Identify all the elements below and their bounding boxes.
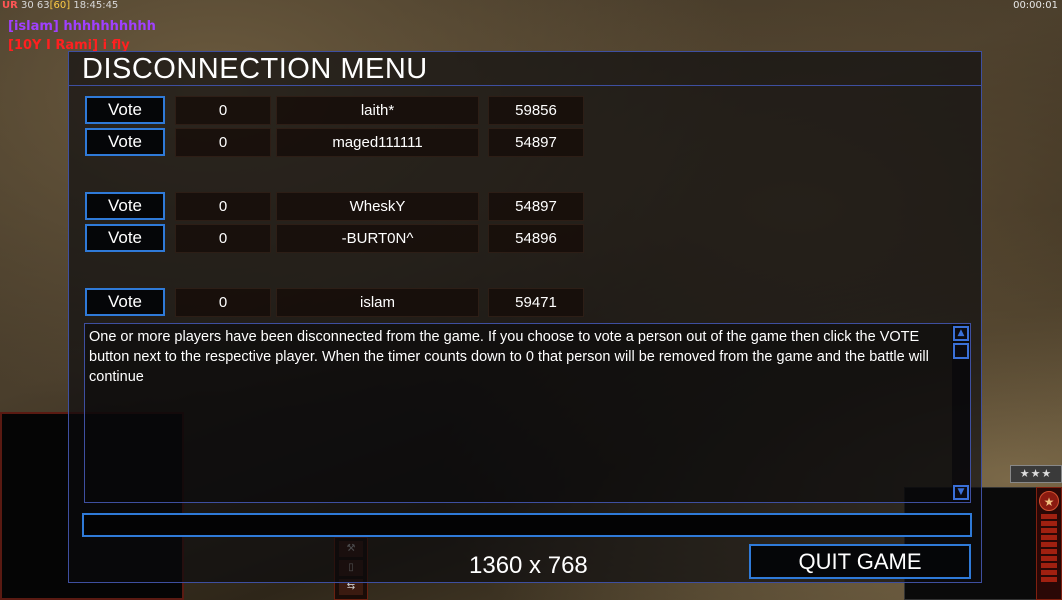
rank-segment — [1041, 535, 1057, 540]
player-timer: 0 — [175, 224, 271, 253]
player-ping: 54897 — [488, 192, 584, 221]
chat-input[interactable] — [82, 513, 972, 537]
rank-stars: ★★★ — [1010, 465, 1062, 483]
scroll-down-icon[interactable]: ▼ — [953, 485, 969, 500]
dialog-title: DISCONNECTION MENU — [69, 52, 981, 86]
player-ping: 54897 — [488, 128, 584, 157]
vote-button[interactable]: Vote — [85, 288, 165, 316]
rank-segment — [1041, 556, 1057, 561]
scroll-up-icon[interactable]: ▲ — [953, 326, 969, 341]
vote-button[interactable]: Vote — [85, 128, 165, 156]
hud-clock: 18:45:45 — [73, 0, 119, 11]
vote-button[interactable]: Vote — [85, 96, 165, 124]
rank-segment — [1041, 521, 1057, 526]
rank-segment — [1041, 577, 1057, 582]
disconnect-message: One or more players have been disconnect… — [89, 329, 929, 385]
hud-ur-label: UR — [2, 0, 18, 11]
rank-segment — [1041, 549, 1057, 554]
player-timer: 0 — [175, 96, 271, 125]
player-ping: 59856 — [488, 96, 584, 125]
hud-stats: UR 30 63[60] 18:45:45 — [2, 0, 118, 11]
player-timer: 0 — [175, 192, 271, 221]
chat-message: [islam] hhhhhhhhhh — [8, 19, 156, 34]
player-name: islam — [276, 288, 479, 317]
scrollbar[interactable]: ▲ ▼ — [952, 324, 970, 502]
player-name: WheskY — [276, 192, 479, 221]
rank-segment — [1041, 542, 1057, 547]
game-timer: 00:00:01 — [1013, 0, 1058, 11]
general-rank-bar: ★ — [1036, 487, 1062, 600]
player-name: maged111111 — [276, 128, 479, 157]
rank-segment — [1041, 514, 1057, 519]
resolution-label: 1360 x 768 — [469, 552, 588, 579]
quit-game-button[interactable]: QUIT GAME — [749, 544, 971, 579]
player-timer: 0 — [175, 288, 271, 317]
disconnection-dialog: DISCONNECTION MENU Vote 0 laith* 59856 V… — [68, 51, 982, 583]
rank-badge-icon: ★ — [1039, 491, 1059, 511]
rank-segment — [1041, 570, 1057, 575]
rank-segment — [1041, 563, 1057, 568]
player-ping: 59471 — [488, 288, 584, 317]
player-timer: 0 — [175, 128, 271, 157]
chat-log: [islam] hhhhhhhhhh [10Y I Rami] i fly — [8, 17, 156, 55]
scroll-thumb[interactable] — [953, 343, 969, 359]
hud-stats-values: 30 63 — [21, 0, 50, 11]
hud-fps: [60] — [49, 0, 71, 11]
rank-segment — [1041, 528, 1057, 533]
vote-button[interactable]: Vote — [85, 224, 165, 252]
player-name: laith* — [276, 96, 479, 125]
message-box: One or more players have been disconnect… — [84, 323, 971, 503]
player-ping: 54896 — [488, 224, 584, 253]
vote-button[interactable]: Vote — [85, 192, 165, 220]
player-name: -BURT0N^ — [276, 224, 479, 253]
